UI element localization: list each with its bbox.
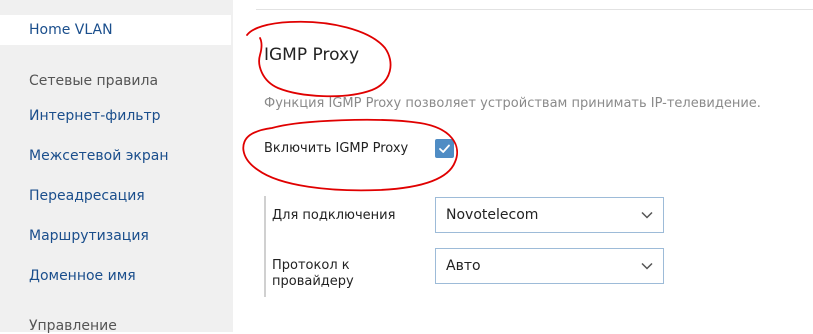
enable-igmp-label: Включить IGMP Proxy — [264, 141, 409, 156]
sidebar-item-domain-name[interactable]: Доменное имя — [0, 261, 231, 291]
sidebar-item-home-vlan[interactable]: Home VLAN — [0, 15, 231, 45]
description-text: Функция IGMP Proxy позволяет устройствам… — [264, 96, 761, 111]
connection-select[interactable]: Novotelecom — [435, 197, 664, 233]
protocol-select-value: Авто — [446, 258, 481, 274]
check-icon — [439, 144, 450, 153]
chevron-down-icon — [641, 211, 653, 219]
sidebar-item-port-forwarding[interactable]: Переадресация — [0, 181, 231, 211]
sidebar-item-internet-filter[interactable]: Интернет-фильтр — [0, 101, 231, 131]
sidebar-section-network-rules: Сетевые правила — [29, 73, 159, 89]
protocol-label: Протокол к провайдеру — [272, 258, 354, 289]
sidebar-item-firewall[interactable]: Межсетевой экран — [0, 141, 231, 171]
page-title: IGMP Proxy — [264, 45, 360, 65]
connection-label: Для подключения — [272, 208, 396, 223]
sidebar: Home VLAN Сетевые правила Интернет-фильт… — [0, 0, 233, 334]
enable-igmp-checkbox[interactable] — [435, 139, 454, 158]
settings-group-line — [264, 196, 266, 297]
chevron-down-icon — [641, 262, 653, 270]
sidebar-item-routing[interactable]: Маршрутизация — [0, 221, 231, 251]
main-content: IGMP Proxy Функция IGMP Proxy позволяет … — [233, 0, 813, 332]
divider — [256, 9, 813, 10]
protocol-select[interactable]: Авто — [435, 248, 664, 284]
connection-select-value: Novotelecom — [446, 207, 539, 223]
